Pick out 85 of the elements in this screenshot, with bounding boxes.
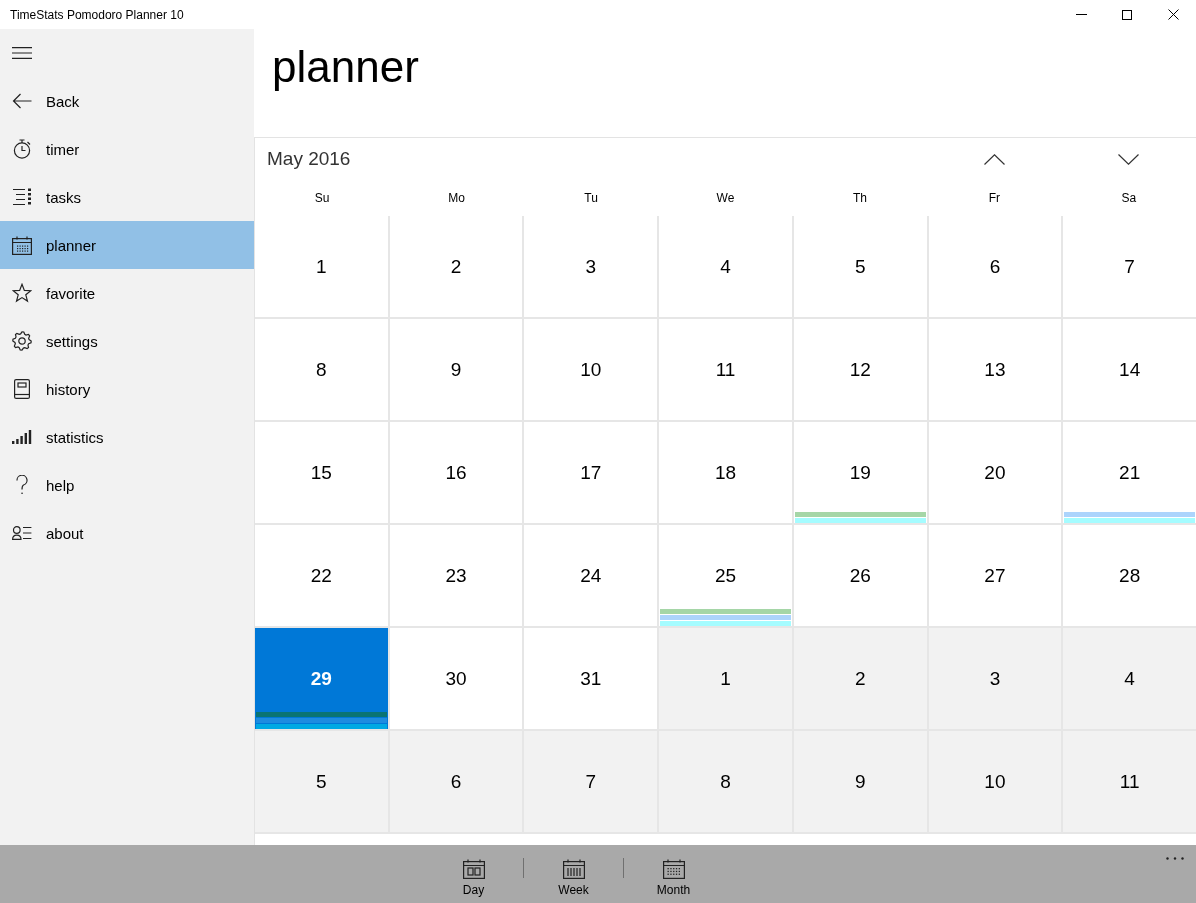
nav-item[interactable]: tasks xyxy=(0,173,254,221)
calendar-day[interactable]: 5 xyxy=(793,216,927,317)
minimize-icon xyxy=(1075,14,1087,15)
menu-icon xyxy=(12,47,32,59)
view-button[interactable]: Month xyxy=(624,845,723,903)
calendar-day[interactable]: 7 xyxy=(1063,216,1196,317)
window-title: TimeStats Pomodoro Planner 10 xyxy=(9,7,184,22)
calendar-icon xyxy=(12,235,32,255)
calendar-day[interactable]: 17 xyxy=(524,422,658,523)
calendar-day[interactable]: 4 xyxy=(1063,628,1196,729)
calendar-day[interactable]: 2 xyxy=(793,628,927,729)
nav-item[interactable]: history xyxy=(0,365,254,413)
calendar-day[interactable]: 15 xyxy=(255,422,388,523)
calendar-day[interactable]: 4 xyxy=(659,216,792,317)
calendar-day[interactable]: 8 xyxy=(255,319,388,420)
stopwatch-icon xyxy=(12,139,32,159)
calendar-day[interactable]: 12 xyxy=(793,319,927,420)
weekday-label: Fr xyxy=(988,191,1000,205)
calendar-day[interactable]: 6 xyxy=(389,731,523,832)
calendar-day[interactable]: 2 xyxy=(389,216,523,317)
nav-item[interactable]: timer xyxy=(0,125,254,173)
chevron-down-icon xyxy=(1118,153,1140,165)
weekday-label: Su xyxy=(314,191,330,205)
calendar-day[interactable]: 28 xyxy=(1063,525,1196,626)
nav-item[interactable]: help xyxy=(0,461,254,509)
view-button[interactable]: Day xyxy=(424,845,523,903)
calendar-day[interactable]: 3 xyxy=(524,216,658,317)
nav-item[interactable]: about xyxy=(0,509,254,557)
nav-item[interactable]: settings xyxy=(0,317,254,365)
nav-item[interactable]: Back xyxy=(0,77,254,125)
calendar-day[interactable]: 21 xyxy=(1063,422,1196,523)
signal-bars-icon xyxy=(12,430,32,444)
calendar-day[interactable]: 16 xyxy=(389,422,523,523)
chevron-up-icon xyxy=(983,153,1005,165)
calendar-day[interactable]: 18 xyxy=(659,422,792,523)
weekday-label: We xyxy=(716,191,735,205)
calendar-day[interactable]: 30 xyxy=(389,628,523,729)
calendar-day[interactable]: 14 xyxy=(1063,319,1196,420)
back-arrow-icon xyxy=(12,93,32,109)
question-mark-icon xyxy=(16,475,28,495)
view-button[interactable]: Week xyxy=(524,845,623,903)
weekday-label: Sa xyxy=(1121,191,1137,205)
book-icon xyxy=(14,379,30,399)
gear-icon xyxy=(12,331,32,351)
list-icon xyxy=(12,188,32,206)
calendar-day[interactable]: 22 xyxy=(255,525,388,626)
calendar-day[interactable]: 1 xyxy=(255,216,388,317)
calendar-day[interactable]: 26 xyxy=(793,525,927,626)
calendar-day[interactable]: 20 xyxy=(928,422,1062,523)
weekday-label: Th xyxy=(852,191,867,205)
calendar-day[interactable]: 11 xyxy=(659,319,792,420)
maximize-icon xyxy=(1122,9,1132,20)
calendar-day[interactable]: 10 xyxy=(928,731,1062,832)
calendar-day[interactable]: 19 xyxy=(793,422,927,523)
person-list-icon xyxy=(12,526,32,540)
weekday-label: Mo xyxy=(448,191,465,205)
calendar-day[interactable]: 1 xyxy=(659,628,792,729)
calendar-day[interactable]: 23 xyxy=(389,525,523,626)
calendar-day[interactable]: 8 xyxy=(659,731,792,832)
calendar-day[interactable]: 24 xyxy=(524,525,658,626)
nav-item[interactable]: favorite xyxy=(0,269,254,317)
calendar-day[interactable]: 31 xyxy=(524,628,658,729)
calendar-day[interactable]: 25 xyxy=(659,525,792,626)
calendar-day[interactable]: 27 xyxy=(928,525,1062,626)
calendar-day[interactable]: 11 xyxy=(1063,731,1196,832)
calendar-day[interactable]: 9 xyxy=(793,731,927,832)
close-icon xyxy=(1167,9,1179,20)
calendar-day[interactable]: 29 xyxy=(255,628,388,729)
more-icon xyxy=(1166,857,1184,860)
weekday-label: Tu xyxy=(584,191,598,205)
calendar-day[interactable]: 6 xyxy=(928,216,1062,317)
calendar-icon xyxy=(662,859,685,879)
page-title: planner xyxy=(272,41,419,93)
nav-item[interactable]: statistics xyxy=(0,413,254,461)
calendar-day[interactable]: 9 xyxy=(389,319,523,420)
calendar-icon xyxy=(562,859,585,879)
nav-item[interactable]: planner xyxy=(0,221,254,269)
calendar-day[interactable]: 10 xyxy=(524,319,658,420)
calendar-day[interactable]: 13 xyxy=(928,319,1062,420)
month-label: May 2016 xyxy=(266,148,351,170)
calendar-icon xyxy=(462,859,485,879)
calendar-day[interactable]: 3 xyxy=(928,628,1062,729)
calendar-day[interactable]: 5 xyxy=(255,731,388,832)
star-icon xyxy=(12,283,32,303)
calendar-day[interactable]: 7 xyxy=(524,731,658,832)
